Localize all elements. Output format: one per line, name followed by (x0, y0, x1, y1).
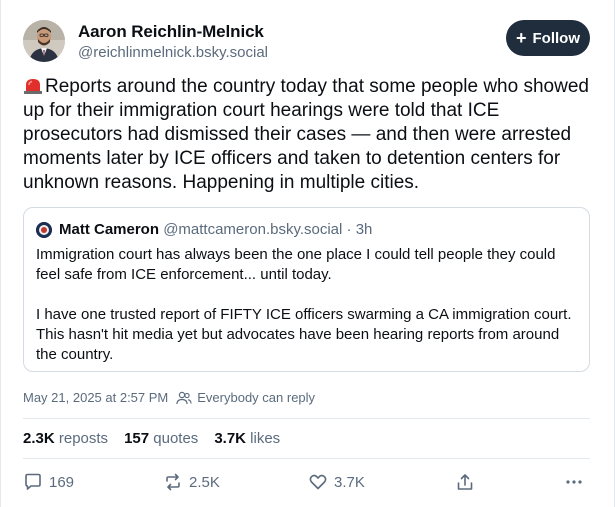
post-card: Aaron Reichlin-Melnick @reichlinmelnick.… (0, 0, 615, 507)
reposts-label: reposts (58, 430, 109, 447)
quotes-stat[interactable]: 157 quotes (124, 430, 198, 447)
quote-author-name[interactable]: Matt Cameron (59, 221, 159, 238)
quote-text: Immigration court has always been the on… (36, 245, 581, 365)
like-count: 3.7K (334, 473, 365, 491)
divider (23, 418, 590, 419)
post-body: Reports around the country today that so… (23, 76, 589, 193)
quote-paragraph: I have one trusted report of FIFTY ICE o… (36, 306, 572, 363)
quote-avatar-icon (36, 222, 52, 238)
repost-button[interactable]: 2.5K (163, 472, 220, 492)
author-handle[interactable]: @reichlinmelnick.bsky.social (78, 44, 268, 61)
follow-button[interactable]: + Follow (506, 20, 590, 56)
action-bar: 169 2.5K 3.7K (23, 472, 590, 496)
reply-icon (25, 473, 41, 490)
repost-icon (166, 473, 180, 491)
author-name[interactable]: Aaron Reichlin-Melnick (78, 22, 264, 42)
heart-icon (309, 474, 327, 490)
quotes-count: 157 (124, 430, 150, 447)
author-avatar[interactable] (23, 20, 65, 62)
post-timestamp[interactable]: May 21, 2025 at 2:57 PM (23, 390, 168, 405)
reply-button[interactable]: 169 (23, 472, 74, 492)
likes-stat[interactable]: 3.7K likes (214, 430, 280, 447)
quotes-label: quotes (153, 430, 199, 447)
reposts-count: 2.3K (23, 430, 55, 447)
reply-setting-label: Everybody can reply (197, 390, 316, 405)
share-icon (457, 474, 473, 490)
quote-paragraph: Immigration court has always been the on… (36, 246, 556, 283)
likes-label: likes (250, 430, 281, 447)
engagement-stats: 2.3K reposts 157 quotes 3.7K likes (23, 430, 280, 447)
repost-count: 2.5K (189, 473, 220, 491)
more-dots-icon (566, 480, 582, 484)
follow-button-label: Follow (532, 29, 581, 47)
plus-icon: + (515, 28, 527, 48)
more-options-button[interactable] (564, 472, 584, 492)
siren-emoji-icon (24, 79, 42, 94)
share-button[interactable] (455, 472, 475, 492)
post-text: Reports around the country today that so… (23, 75, 598, 195)
people-icon (176, 391, 192, 404)
divider (23, 458, 590, 459)
reposts-stat[interactable]: 2.3K reposts (23, 430, 108, 447)
quoted-post[interactable]: Matt Cameron @mattcameron.bsky.social · … (23, 207, 590, 372)
quote-author-avatar[interactable] (36, 222, 52, 238)
person-avatar-icon (23, 20, 65, 62)
quote-author-handle[interactable]: @mattcameron.bsky.social · 3h (163, 221, 372, 238)
reply-count: 169 (49, 473, 75, 491)
post-meta: May 21, 2025 at 2:57 PM Everybody can re… (23, 390, 315, 405)
like-button[interactable]: 3.7K (308, 472, 365, 492)
likes-count: 3.7K (214, 430, 246, 447)
quote-header: Matt Cameron @mattcameron.bsky.social · … (59, 221, 372, 238)
reply-setting: Everybody can reply (176, 390, 315, 405)
